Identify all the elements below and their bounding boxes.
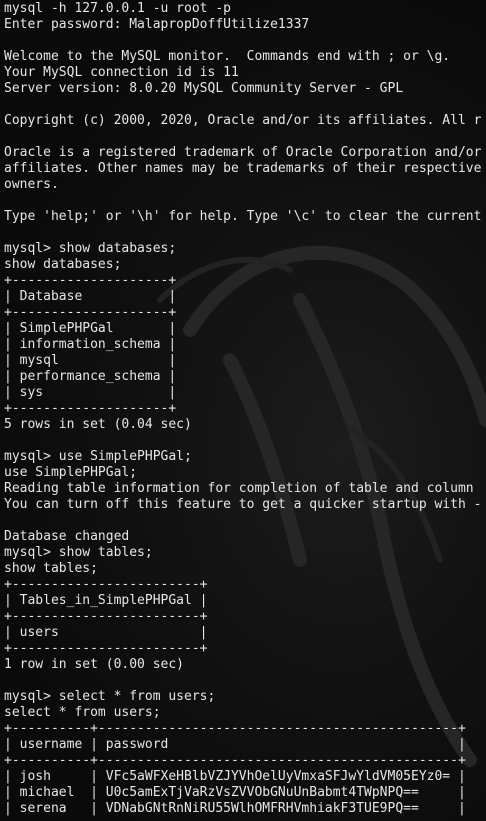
terminal-line: owners.: [4, 177, 59, 192]
terminal-line: | serena | VDNabGNtRnNiRU55WlhOMFRHVmhia…: [4, 801, 466, 816]
terminal-line: Your MySQL connection id is 11: [4, 65, 239, 80]
terminal-line: | Tables_in_SimplePHPGal |: [4, 593, 208, 608]
terminal-line: Server version: 8.0.20 MySQL Community S…: [4, 81, 404, 96]
terminal-line: show databases;: [4, 257, 122, 272]
terminal-line: | sys |: [4, 385, 177, 400]
terminal-line: | Database |: [4, 289, 177, 304]
terminal-line: +------------------------+: [4, 609, 208, 624]
terminal-line: | michael | U0c5amExTjVaRzVsZVVObGNuUnBa…: [4, 785, 466, 800]
terminal-line: | mysql |: [4, 353, 177, 368]
terminal-line: | username | password |: [4, 737, 466, 752]
terminal-line: | performance_schema |: [4, 369, 177, 384]
terminal-line: Database changed: [4, 529, 130, 544]
terminal-line: +--------------------+: [4, 305, 177, 320]
terminal-line: | SimplePHPGal |: [4, 321, 177, 336]
terminal-line: affiliates. Other names may be trademark…: [4, 161, 482, 176]
terminal-line: use SimplePHPGal;: [4, 465, 138, 480]
terminal-window[interactable]: mysql -h 127.0.0.1 -u root -p Enter passw…: [0, 0, 486, 821]
terminal-line: 1 row in set (0.00 sec): [4, 657, 185, 672]
terminal-line: show tables;: [4, 561, 98, 576]
terminal-line: 5 rows in set (0.04 sec): [4, 417, 192, 432]
terminal-line: Welcome to the MySQL monitor. Commands e…: [4, 49, 451, 64]
terminal-line: Type 'help;' or '\h' for help. Type '\c'…: [4, 209, 482, 224]
terminal-line: Enter password: MalapropDoffUtilize1337: [4, 17, 310, 32]
terminal-line: Reading table information for completion…: [4, 481, 474, 496]
terminal-line: +--------------------+: [4, 401, 177, 416]
terminal-line: You can turn off this feature to get a q…: [4, 497, 482, 512]
terminal-line: Copyright (c) 2000, 2020, Oracle and/or …: [4, 113, 482, 128]
terminal-line: mysql> select * from users;: [4, 689, 216, 704]
terminal-line: mysql> use SimplePHPGal;: [4, 449, 192, 464]
terminal-line: select * from users;: [4, 705, 161, 720]
terminal-line: +------------------------+: [4, 577, 208, 592]
terminal-line: mysql> show databases;: [4, 241, 177, 256]
terminal-line: mysql -h 127.0.0.1 -u root -p: [4, 1, 231, 16]
terminal-line: | users |: [4, 625, 208, 640]
terminal-line: mysql> show tables;: [4, 545, 153, 560]
terminal-line: | josh | VFc5aWFXeHBlbVZJYVhOelUyVmxaSFJ…: [4, 769, 466, 784]
terminal-line: +----------+----------------------------…: [4, 753, 466, 768]
terminal-line: +----------+----------------------------…: [4, 721, 466, 736]
terminal-output: mysql -h 127.0.0.1 -u root -p Enter passw…: [4, 1, 481, 817]
terminal-line: | information_schema |: [4, 337, 177, 352]
terminal-line: Oracle is a registered trademark of Orac…: [4, 145, 482, 160]
terminal-line: +------------------------+: [4, 641, 208, 656]
terminal-line: +--------------------+: [4, 273, 177, 288]
